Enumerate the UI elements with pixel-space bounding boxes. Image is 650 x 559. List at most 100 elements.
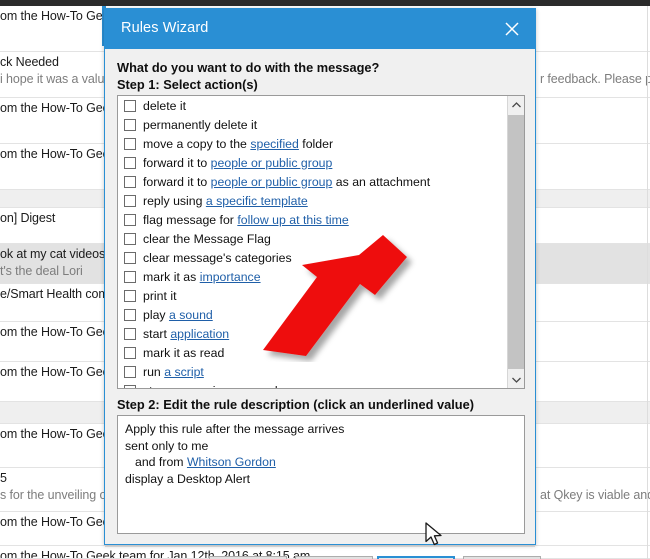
action-text: flag message for: [143, 212, 238, 227]
rule-description-box[interactable]: Apply this rule after the message arrive…: [117, 415, 525, 534]
action-list-item[interactable]: play a sound: [118, 305, 507, 324]
action-list-scrollbar[interactable]: [507, 96, 524, 388]
action-list-item[interactable]: mark it as read: [118, 343, 507, 362]
checkbox-unchecked[interactable]: [124, 156, 136, 169]
action-text: delete it: [143, 98, 187, 113]
description-text: Apply this rule after the message arrive…: [125, 422, 345, 436]
action-text: clear message's categories: [143, 250, 292, 265]
action-label: play a sound: [143, 308, 213, 322]
rules-wizard-dialog: Rules Wizard What do you want to do with…: [104, 8, 541, 559]
action-list-item[interactable]: clear message's categories: [118, 248, 507, 267]
message-subject: om the How-To Gee: [0, 515, 110, 529]
action-label: start application: [143, 327, 229, 341]
action-link[interactable]: follow up at this time: [237, 213, 348, 227]
action-link[interactable]: specified: [250, 137, 299, 151]
action-label: clear the Message Flag: [143, 232, 271, 246]
action-text: as an attachment: [332, 174, 431, 189]
action-list-viewport: delete it permanently delete it move a cop…: [118, 96, 507, 388]
checkbox-unchecked[interactable]: [124, 175, 136, 188]
action-label: move a copy to the specified folder: [143, 137, 333, 151]
checkbox-unchecked[interactable]: [124, 346, 136, 359]
checkbox-unchecked[interactable]: [124, 384, 136, 388]
message-subject: ok at my cat videos: [0, 247, 106, 261]
action-label: clear message's categories: [143, 251, 292, 265]
message-subject: on] Digest: [0, 211, 56, 225]
action-link[interactable]: a script: [164, 365, 204, 379]
scroll-up-icon[interactable]: [508, 96, 524, 113]
message-subject: om the How-To Gee: [0, 365, 110, 379]
action-list[interactable]: delete it permanently delete it move a cop…: [117, 95, 525, 389]
message-preview: t's the deal Lori: [0, 264, 83, 278]
screen: om the How-To Gee ck Needed i hope it was …: [0, 0, 650, 559]
action-list-item[interactable]: start application: [118, 324, 507, 343]
action-text: run: [143, 364, 165, 379]
action-list-item[interactable]: forward it to people or public group: [118, 153, 507, 172]
dialog-question: What do you want to do with the message?: [117, 60, 379, 75]
checkbox-unchecked[interactable]: [124, 251, 136, 264]
checkbox-unchecked[interactable]: [124, 365, 136, 378]
step1-label: Step 1: Select action(s): [117, 77, 258, 92]
action-text: folder: [298, 136, 334, 151]
footer-divider: [105, 546, 535, 547]
checkbox-unchecked[interactable]: [124, 308, 136, 321]
message-subject: om the How-To Gee: [0, 147, 110, 161]
action-link[interactable]: a specific template: [206, 194, 308, 208]
rule-description-line: Apply this rule after the message arrive…: [125, 421, 517, 438]
checkbox-unchecked[interactable]: [124, 232, 136, 245]
action-text: mark it as: [143, 269, 200, 284]
description-text: sent only to me: [125, 438, 209, 453]
action-list-item[interactable]: delete it: [118, 96, 507, 115]
action-label: delete it: [143, 99, 186, 113]
action-label: mark it as read: [143, 346, 224, 360]
checkbox-unchecked[interactable]: [124, 270, 136, 283]
message-subject: om the How-To Gee: [0, 101, 110, 115]
action-list-item[interactable]: mark it as importance: [118, 267, 507, 286]
message-preview: i hope it was a valua: [0, 72, 112, 86]
action-text: play: [143, 307, 169, 322]
rule-description-line: display a Desktop Alert: [125, 471, 517, 488]
action-link[interactable]: a sound: [169, 308, 213, 322]
step1-label-text: Step 1: Select action(s): [117, 77, 258, 92]
close-icon[interactable]: [489, 9, 535, 49]
checkbox-unchecked[interactable]: [124, 194, 136, 207]
checkbox-unchecked[interactable]: [124, 289, 136, 302]
action-list-item[interactable]: run a script: [118, 362, 507, 381]
action-label: run a script: [143, 365, 204, 379]
action-list-item[interactable]: reply using a specific template: [118, 191, 507, 210]
action-label: reply using a specific template: [143, 194, 308, 208]
action-text: stop processing more rules: [143, 384, 291, 389]
action-label: forward it to people or public group as …: [143, 175, 430, 189]
action-list-item[interactable]: print it: [118, 286, 507, 305]
action-list-item[interactable]: stop processing more rules: [118, 381, 507, 388]
action-link[interactable]: people or public group: [211, 156, 333, 170]
action-list-item[interactable]: permanently delete it: [118, 115, 507, 134]
action-label: flag message for follow up at this time: [143, 213, 349, 227]
action-list-item[interactable]: move a copy to the specified folder: [118, 134, 507, 153]
action-link[interactable]: people or public group: [211, 175, 333, 189]
description-link[interactable]: Whitson Gordon: [187, 455, 276, 469]
dialog-titlebar: Rules Wizard: [105, 9, 535, 49]
action-list-item[interactable]: flag message for follow up at this time: [118, 210, 507, 229]
action-link[interactable]: application: [170, 327, 229, 341]
scroll-down-icon[interactable]: [508, 371, 524, 388]
checkbox-unchecked[interactable]: [124, 118, 136, 131]
action-label: forward it to people or public group: [143, 156, 332, 170]
action-list-item[interactable]: forward it to people or public group as …: [118, 172, 507, 191]
description-text: display a Desktop Alert: [125, 471, 251, 486]
action-link[interactable]: importance: [200, 270, 261, 284]
checkbox-unchecked[interactable]: [124, 327, 136, 340]
message-subject: om the How-To Gee: [0, 9, 110, 23]
action-text: move a copy to the: [143, 136, 251, 151]
checkbox-unchecked[interactable]: [124, 213, 136, 226]
message-preview-right: r feedback. Please pro: [540, 72, 650, 86]
step2-label: Step 2: Edit the rule description (click…: [117, 397, 474, 412]
dialog-question-text: What do you want to do with the message?: [117, 60, 380, 75]
action-label: stop processing more rules: [143, 384, 291, 389]
dialog-title: Rules Wizard: [121, 20, 209, 36]
checkbox-unchecked[interactable]: [124, 99, 136, 112]
message-preview-right: at Qkey is viable and: [540, 488, 650, 502]
scrollbar-thumb[interactable]: [508, 115, 524, 369]
action-text: clear the Message Flag: [143, 231, 271, 246]
checkbox-unchecked[interactable]: [124, 137, 136, 150]
action-list-item[interactable]: clear the Message Flag: [118, 229, 507, 248]
